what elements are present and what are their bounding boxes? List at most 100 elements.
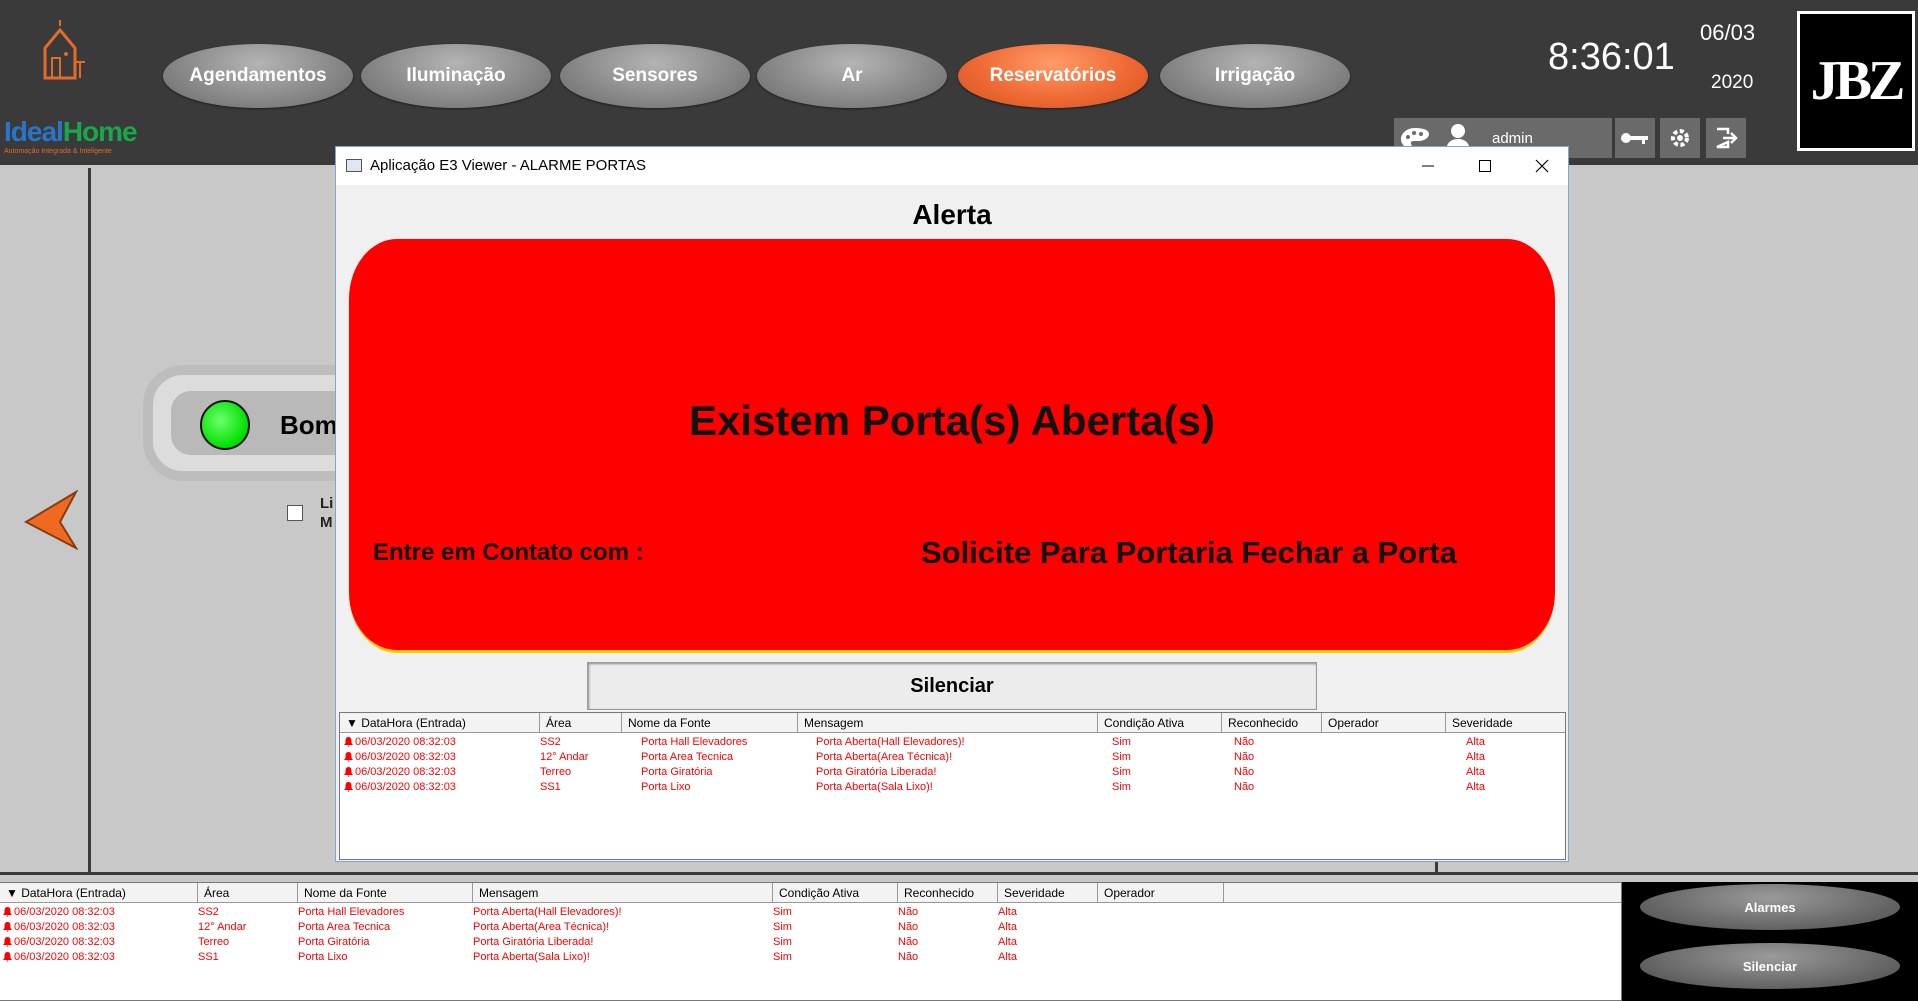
- alarm-row-cell[interactable]: Alta: [998, 906, 1017, 918]
- column-header[interactable]: Mensagem: [798, 713, 1098, 733]
- column-header[interactable]: Área: [540, 713, 622, 733]
- alarm-row-cell[interactable]: Sim: [773, 921, 792, 933]
- alarm-row-cell[interactable]: Alta: [998, 936, 1017, 948]
- column-header[interactable]: Mensagem: [473, 883, 773, 903]
- column-header[interactable]: Condição Ativa: [773, 883, 898, 903]
- alarm-row-cell[interactable]: Sim: [773, 906, 792, 918]
- alarm-row-cell[interactable]: Sim: [773, 936, 792, 948]
- alarm-row-datetime[interactable]: 06/03/2020 08:32:03: [2, 921, 115, 933]
- alarm-row-cell[interactable]: 12° Andar: [540, 751, 588, 763]
- column-header[interactable]: Severidade: [1446, 713, 1565, 733]
- alarm-row-cell[interactable]: Porta Aberta(Sala Lixo)!: [473, 951, 590, 963]
- minimize-button[interactable]: [1400, 149, 1456, 183]
- nav-sensores[interactable]: Sensores: [560, 44, 750, 108]
- alarm-row-cell[interactable]: Porta Aberta(Hall Elevadores)!: [473, 906, 622, 918]
- alarm-row-cell[interactable]: Terreo: [198, 936, 229, 948]
- column-header[interactable]: Condição Ativa: [1098, 713, 1222, 733]
- alarm-row-cell[interactable]: Não: [1234, 751, 1254, 763]
- column-header[interactable]: Operador: [1098, 883, 1224, 903]
- cell-text: Sim: [1112, 781, 1131, 793]
- column-header[interactable]: ▼ DataHora (Entrada): [340, 713, 540, 733]
- nav-ar[interactable]: Ar: [757, 44, 947, 108]
- alarm-row-cell[interactable]: Não: [898, 951, 918, 963]
- alarm-row-cell[interactable]: Porta Area Tecnica: [298, 921, 390, 933]
- alarm-row-cell[interactable]: SS2: [198, 906, 219, 918]
- nav-irrigacao[interactable]: Irrigação: [1160, 44, 1350, 108]
- alarm-table[interactable]: ▼ DataHora (Entrada) Área Nome da Fonte …: [339, 712, 1566, 860]
- alarm-row-cell[interactable]: Alta: [1466, 766, 1485, 778]
- settings-button[interactable]: [1660, 118, 1700, 158]
- nav-iluminacao[interactable]: Iluminação: [361, 44, 551, 108]
- cell-text: Não: [898, 951, 919, 963]
- alarm-row-cell[interactable]: Sim: [1112, 766, 1131, 778]
- alarm-row-cell[interactable]: Alta: [1466, 736, 1485, 748]
- date-day: 06/03: [1700, 20, 1756, 45]
- alarm-row-cell[interactable]: Não: [898, 921, 918, 933]
- alarm-row-cell[interactable]: Sim: [1112, 751, 1131, 763]
- alarm-row-cell[interactable]: 12° Andar: [198, 921, 246, 933]
- alarm-row-cell[interactable]: Porta Giratória Liberada!: [473, 936, 593, 948]
- alarm-row-cell[interactable]: Não: [898, 906, 918, 918]
- app-window-icon: [346, 159, 362, 172]
- alarm-row-cell[interactable]: Sim: [1112, 781, 1131, 793]
- alarm-row-datetime[interactable]: 06/03/2020 08:32:03: [343, 781, 456, 793]
- column-header[interactable]: Nome da Fonte: [622, 713, 798, 733]
- alarm-row-cell[interactable]: Porta Giratória: [641, 766, 713, 778]
- alarm-row-cell[interactable]: Terreo: [540, 766, 571, 778]
- column-header[interactable]: Nome da Fonte: [298, 883, 473, 903]
- column-header[interactable]: Severidade: [998, 883, 1098, 903]
- alarm-row-cell[interactable]: SS2: [540, 736, 561, 748]
- logout-button[interactable]: [1706, 118, 1746, 158]
- nav-agendamentos[interactable]: Agendamentos: [163, 44, 353, 108]
- alarm-row-cell[interactable]: Alta: [998, 921, 1017, 933]
- alarm-row-cell[interactable]: Porta Lixo: [641, 781, 691, 793]
- alarm-row-cell[interactable]: Porta Aberta(Hall Elevadores)!: [816, 736, 965, 748]
- column-header[interactable]: ▼ DataHora (Entrada): [0, 883, 198, 903]
- alarms-button[interactable]: Alarmes: [1640, 884, 1900, 930]
- alarm-row-datetime[interactable]: 06/03/2020 08:32:03: [343, 736, 456, 748]
- nav-reservatorios[interactable]: Reservatórios: [958, 44, 1148, 108]
- alarm-row-cell[interactable]: Não: [1234, 781, 1254, 793]
- column-header[interactable]: Reconhecido: [898, 883, 998, 903]
- alarm-row-datetime[interactable]: 06/03/2020 08:32:03: [343, 751, 456, 763]
- key-button[interactable]: [1615, 118, 1655, 158]
- alarm-row-cell[interactable]: Porta Aberta(Sala Lixo)!: [816, 781, 933, 793]
- alarm-row-datetime[interactable]: 06/03/2020 08:32:03: [2, 906, 115, 918]
- alarm-row-cell[interactable]: Porta Giratória Liberada!: [816, 766, 936, 778]
- alarm-row-cell[interactable]: Porta Hall Elevadores: [298, 906, 404, 918]
- silence-all-button[interactable]: Silenciar: [1640, 943, 1900, 989]
- alarm-row-datetime[interactable]: 06/03/2020 08:32:03: [2, 951, 115, 963]
- column-header[interactable]: Reconhecido: [1222, 713, 1322, 733]
- cell-text: Alta: [998, 921, 1017, 933]
- alarm-row-cell[interactable]: Não: [898, 936, 918, 948]
- alarm-row-cell[interactable]: Não: [1234, 766, 1254, 778]
- alarm-row-cell[interactable]: Sim: [773, 951, 792, 963]
- alarm-row-cell[interactable]: Alta: [1466, 751, 1485, 763]
- alarm-row-cell[interactable]: Sim: [1112, 736, 1131, 748]
- cell-text: Porta Aberta(Sala Lixo)!: [816, 781, 933, 793]
- alarm-row-cell[interactable]: Porta Hall Elevadores: [641, 736, 747, 748]
- back-arrow-icon[interactable]: [22, 489, 79, 555]
- alarm-row-datetime[interactable]: 06/03/2020 08:32:03: [2, 936, 115, 948]
- alarm-row-cell[interactable]: Não: [1234, 736, 1254, 748]
- alarm-row-cell[interactable]: Porta Giratória: [298, 936, 370, 948]
- column-header[interactable]: Área: [198, 883, 298, 903]
- alarm-row-cell[interactable]: Alta: [1466, 781, 1485, 793]
- maximize-button[interactable]: [1457, 149, 1513, 183]
- cell-text: Porta Aberta(Sala Lixo)!: [473, 951, 590, 963]
- silence-button[interactable]: Silenciar: [587, 662, 1317, 710]
- close-button[interactable]: [1514, 149, 1570, 183]
- alarm-row-cell[interactable]: Porta Area Tecnica: [641, 751, 733, 763]
- alarm-row-cell[interactable]: Alta: [998, 951, 1017, 963]
- alarm-row-cell[interactable]: SS1: [540, 781, 561, 793]
- dialog-titlebar[interactable]: Aplicação E3 Viewer - ALARME PORTAS: [336, 147, 1568, 185]
- alarm-row-cell[interactable]: SS1: [198, 951, 219, 963]
- column-header[interactable]: Operador: [1322, 713, 1446, 733]
- cell-text: Alta: [998, 906, 1017, 918]
- alarm-row-cell[interactable]: Porta Lixo: [298, 951, 348, 963]
- bottom-alarm-table[interactable]: ▼ DataHora (Entrada) Área Nome da Fonte …: [0, 882, 1622, 1001]
- alarm-row-cell[interactable]: Porta Aberta(Area Técnica)!: [473, 921, 609, 933]
- alarm-row-datetime[interactable]: 06/03/2020 08:32:03: [343, 766, 456, 778]
- alarm-row-cell[interactable]: Porta Aberta(Area Técnica)!: [816, 751, 952, 763]
- mode-checkbox[interactable]: [287, 505, 303, 521]
